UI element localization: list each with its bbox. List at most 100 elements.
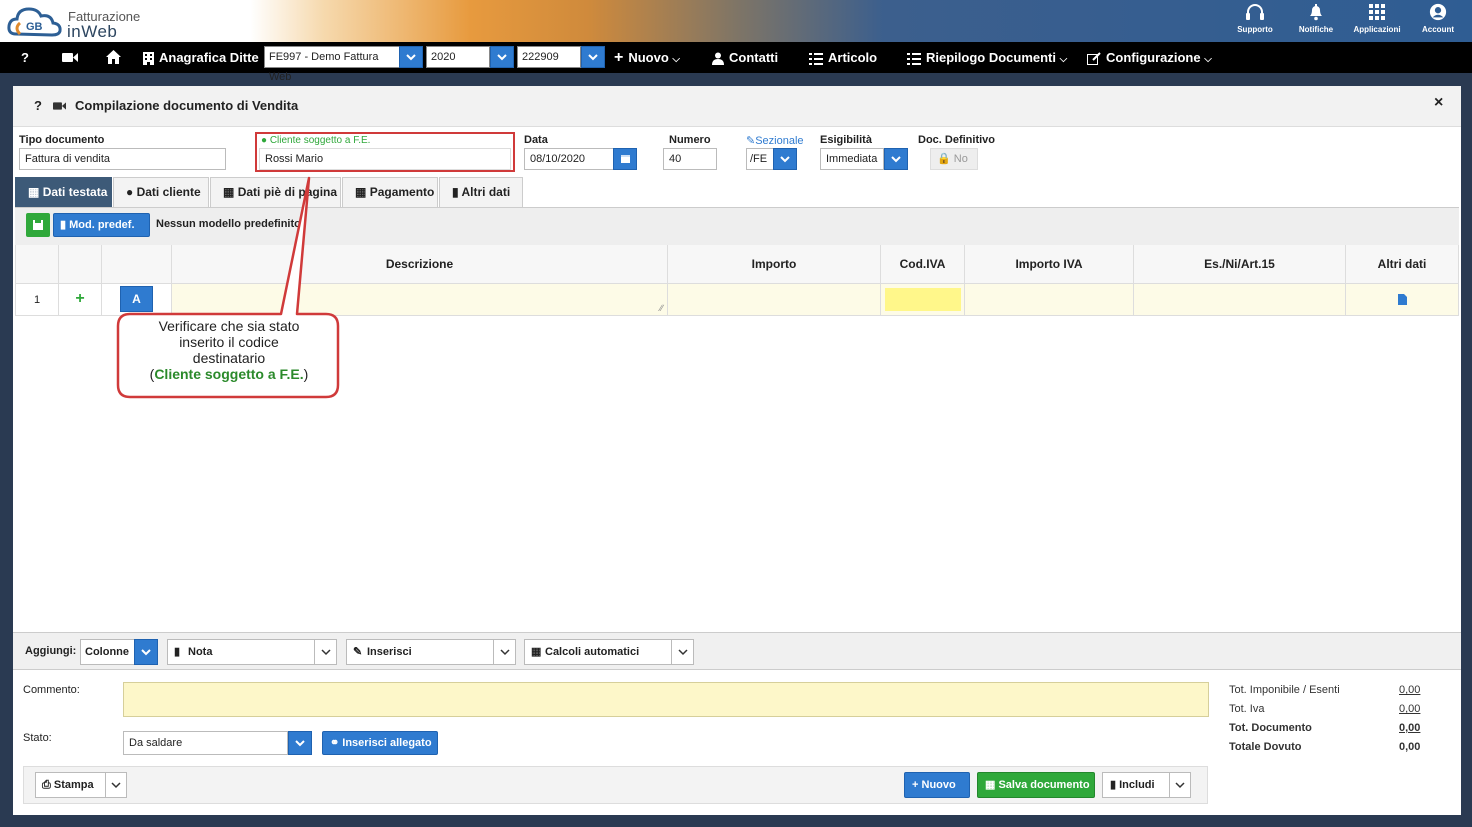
headset-icon (1246, 4, 1264, 20)
colonne-select[interactable]: Colonne (80, 639, 136, 665)
cloud-logo-icon: GB (7, 7, 62, 37)
sezionale-dropdown-button[interactable] (773, 148, 797, 170)
calendar-button[interactable] (613, 148, 637, 170)
tab-dati-testata[interactable]: ▦ Dati testata (15, 177, 112, 207)
includi-button[interactable]: ▮ Includi (1102, 772, 1170, 798)
calcoli-button[interactable]: ▦ Calcoli automatici (524, 639, 694, 665)
chevron-down-icon (780, 156, 790, 163)
nav-anagrafica[interactable]: Anagrafica Ditte (143, 42, 259, 73)
tot-iva-label: Tot. Iva (1229, 703, 1265, 715)
account-button[interactable]: Account (1408, 3, 1468, 34)
row-altri-dati-cell[interactable] (1346, 284, 1459, 316)
year-select[interactable]: 2020 (426, 46, 490, 68)
nota-dropdown[interactable] (314, 640, 336, 664)
company-dropdown-button[interactable] (399, 46, 423, 68)
nav-contatti-label: Contatti (729, 50, 779, 65)
esigibilita-label: Esigibilità (820, 134, 872, 146)
nav-articolo[interactable]: Articolo (809, 42, 877, 73)
account-icon (1429, 3, 1447, 21)
calendar-icon: ▦ (355, 185, 367, 199)
support-button[interactable]: Supporto (1225, 3, 1285, 34)
save-model-button[interactable] (26, 213, 50, 237)
bell-icon (1310, 4, 1322, 21)
includi-dropdown[interactable] (1169, 772, 1191, 798)
inserisci-dropdown[interactable] (493, 640, 515, 664)
file-icon[interactable] (1398, 294, 1407, 305)
nav-riepilogo[interactable]: Riepilogo Documenti ⌵ (907, 42, 1067, 73)
salva-documento-button[interactable]: ▦ Salva documento (977, 772, 1095, 798)
list-icon (907, 53, 921, 65)
window-help-button[interactable]: ? (34, 98, 42, 113)
company-select[interactable]: FE997 - Demo Fattura Web (264, 46, 400, 83)
svg-text:GB: GB (26, 21, 43, 33)
chevron-down-icon (891, 156, 901, 163)
nav-help-button[interactable]: ? (21, 42, 29, 73)
stampa-button[interactable]: ⎙ Stampa (35, 772, 106, 798)
sezionale-input[interactable]: /FE (746, 148, 774, 170)
tot-iva-value[interactable]: 0,00 (1399, 703, 1420, 715)
data-input[interactable]: 08/10/2020 (524, 148, 614, 170)
nota-button[interactable]: ▮ Nota (167, 639, 337, 665)
notifications-button[interactable]: Notifiche (1286, 3, 1346, 34)
grid-header-num (15, 245, 59, 284)
calendar-icon (621, 155, 630, 163)
chevron-down-icon: ⌵ (672, 54, 681, 65)
row-codiva-input[interactable] (885, 288, 961, 311)
stato-dropdown-button[interactable] (288, 731, 312, 755)
resize-handle-icon[interactable]: ∕∕ (660, 303, 663, 313)
doc-definitivo-label: Doc. Definitivo (918, 134, 996, 146)
code-dropdown-button[interactable] (581, 46, 605, 68)
row-add-button[interactable]: + (59, 284, 102, 316)
commento-input[interactable] (123, 682, 1209, 717)
data-label: Data (524, 134, 548, 146)
includi-label: Includi (1119, 779, 1155, 791)
grid-header-importo-iva[interactable]: Importo IVA (965, 245, 1134, 284)
doc-definitivo-value: No (953, 153, 968, 165)
tab-pagamento-label: Pagamento (369, 185, 435, 199)
video-camera-icon[interactable] (53, 101, 66, 111)
home-icon[interactable] (106, 50, 121, 64)
row-importo-iva-input[interactable] (965, 284, 1134, 316)
chevron-down-icon (588, 54, 598, 61)
calcoli-dropdown[interactable] (671, 640, 693, 664)
nav-configurazione[interactable]: Configurazione ⌵ (1087, 42, 1212, 73)
grid-header-esenzione[interactable]: Es./Ni/Art.15 (1134, 245, 1346, 284)
tab-pagamento[interactable]: ▦ Pagamento (342, 177, 438, 207)
nav-nuovo[interactable]: + Nuovo ⌵ (614, 42, 680, 73)
support-label: Supporto (1237, 25, 1273, 34)
tab-altri-dati[interactable]: ▮ Altri dati (439, 177, 523, 207)
tab-dati-testata-label: Dati testata (42, 185, 108, 199)
row-esenzione-input[interactable] (1134, 284, 1346, 316)
doc-definitivo-toggle[interactable]: 🔒 No (930, 148, 978, 170)
numero-input[interactable]: 40 (663, 148, 717, 170)
row-number: 1 (15, 284, 59, 316)
stampa-dropdown[interactable] (105, 772, 127, 798)
nuovo-button[interactable]: + Nuovo (904, 772, 970, 798)
code-select[interactable]: 222909 (517, 46, 581, 68)
esigibilita-select[interactable]: Immediata (820, 148, 884, 170)
nav-anagrafica-label: Anagrafica Ditte (159, 50, 259, 65)
grid-header-codiva[interactable]: Cod.IVA (881, 245, 965, 284)
colonne-dropdown-button[interactable] (134, 639, 158, 665)
stato-select[interactable]: Da saldare (123, 731, 288, 755)
row-codiva-cell[interactable] (881, 284, 965, 316)
row-importo-input[interactable] (668, 284, 881, 316)
window-title: Compilazione documento di Vendita (75, 98, 299, 113)
inserisci-allegato-button[interactable]: ⚭ Inserisci allegato (322, 731, 438, 755)
inserisci-button[interactable]: ✎ Inserisci (346, 639, 516, 665)
video-camera-icon[interactable] (62, 52, 78, 63)
apps-button[interactable]: Applicazioni (1347, 3, 1407, 34)
sezionale-label[interactable]: ✎Sezionale (746, 134, 804, 147)
year-dropdown-button[interactable] (490, 46, 514, 68)
grid-header-importo[interactable]: Importo (668, 245, 881, 284)
tot-imponibile-value[interactable]: 0,00 (1399, 684, 1420, 696)
file-icon: ▮ (60, 219, 67, 231)
chevron-down-icon (406, 54, 416, 61)
callout-highlight: Cliente soggetto a F.E. (154, 366, 304, 382)
nav-contatti[interactable]: Contatti (712, 42, 778, 73)
grid-header-altri-dati[interactable]: Altri dati (1346, 245, 1459, 284)
tot-documento-value[interactable]: 0,00 (1399, 722, 1420, 734)
esigibilita-dropdown-button[interactable] (884, 148, 908, 170)
close-icon[interactable]: × (1434, 94, 1443, 112)
chevron-down-icon (678, 649, 688, 656)
